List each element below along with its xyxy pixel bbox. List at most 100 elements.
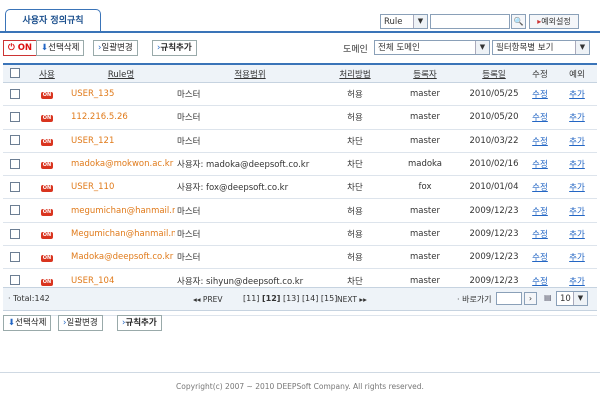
add-exception-link[interactable]: 추가: [569, 113, 585, 123]
on-badge[interactable]: ON: [41, 162, 53, 170]
edit-link[interactable]: 수정: [532, 137, 548, 147]
rule-name[interactable]: megumichan@hanmail.net: [67, 198, 175, 223]
add-exception-link[interactable]: 추가: [569, 230, 585, 240]
row-checkbox[interactable]: [10, 182, 20, 193]
edit-link[interactable]: 수정: [532, 230, 548, 240]
add-rule-button[interactable]: ›규칙추가: [152, 40, 197, 56]
bulk-change-button-bottom[interactable]: ›일괄변경: [58, 315, 103, 331]
col-author[interactable]: 등록자: [385, 63, 465, 83]
edit-link[interactable]: 수정: [532, 90, 548, 100]
select-all-cell: [3, 63, 27, 83]
col-edit: 수정: [523, 63, 557, 83]
author: master: [385, 105, 465, 130]
tab-user-rules[interactable]: 사용자 정의규칙: [5, 9, 101, 32]
next-button[interactable]: NEXT ▸▸: [337, 295, 367, 304]
page-link[interactable]: [15]: [321, 294, 337, 303]
select-all-checkbox[interactable]: [10, 68, 20, 79]
on-badge[interactable]: ON: [41, 185, 53, 193]
page-link[interactable]: [13]: [283, 294, 299, 303]
search-field-select[interactable]: Rule ▼: [380, 14, 428, 29]
page-size-select[interactable]: 10 ▼: [556, 291, 588, 306]
action: 허용: [325, 82, 385, 107]
rule-name[interactable]: 112.216.5.26: [67, 105, 175, 130]
page-jump-input[interactable]: [496, 292, 522, 305]
rule-name[interactable]: USER_121: [67, 129, 175, 153]
row-checkbox[interactable]: [10, 228, 20, 239]
exception-settings-button[interactable]: ▸예외설정: [529, 14, 579, 29]
row-checkbox[interactable]: [10, 205, 20, 216]
col-rule[interactable]: Rule명: [67, 63, 175, 83]
rule-name[interactable]: USER_135: [67, 82, 175, 107]
scope: 사용자: madoka@deepsoft.co.kr: [175, 152, 325, 177]
rule-name[interactable]: Megumichan@hanmail.net: [67, 222, 175, 247]
add-rule-button-bottom[interactable]: ›규칙추가: [117, 315, 162, 331]
page-link[interactable]: [11]: [243, 294, 259, 303]
edit-cell: 수정: [523, 105, 557, 130]
page-jump-button[interactable]: ›: [524, 292, 537, 305]
col-use[interactable]: 사용: [27, 63, 67, 83]
row-checkbox[interactable]: [10, 112, 20, 123]
on-button[interactable]: ⏻ ON: [3, 40, 38, 56]
rule-name[interactable]: madoka@mokwon.ac.kr: [67, 152, 175, 177]
delete-selected-label: 선택삭제: [48, 43, 80, 53]
edit-cell: 수정: [523, 198, 557, 223]
date: 2009/12/23: [465, 198, 523, 223]
delete-selected-button-bottom[interactable]: ⬇선택삭제: [3, 315, 52, 331]
row-checkbox[interactable]: [10, 135, 20, 146]
use-cell: ON: [27, 129, 67, 153]
add-exception-link[interactable]: 추가: [569, 207, 585, 217]
on-badge[interactable]: ON: [41, 208, 53, 216]
edit-link[interactable]: 수정: [532, 183, 548, 193]
edit-link[interactable]: 수정: [532, 113, 548, 123]
search-button[interactable]: 🔍: [511, 14, 526, 29]
edit-link[interactable]: 수정: [532, 253, 548, 263]
row-checkbox[interactable]: [10, 158, 20, 169]
filter-select[interactable]: 필터항목별 보기 ▼: [492, 40, 590, 55]
col-scope[interactable]: 적용범위: [175, 63, 325, 83]
edit-cell: 수정: [523, 129, 557, 153]
use-cell: ON: [27, 82, 67, 107]
exception-cell: 추가: [557, 105, 597, 130]
last-page-icon: ▸▸: [359, 295, 367, 304]
chevron-down-icon: ▼: [413, 15, 427, 28]
edit-link[interactable]: 수정: [532, 277, 548, 287]
on-badge[interactable]: ON: [41, 231, 53, 239]
row-checkbox[interactable]: [10, 275, 20, 286]
delete-selected-button[interactable]: ⬇선택삭제: [36, 40, 85, 56]
on-badge[interactable]: ON: [41, 138, 53, 146]
search-input[interactable]: [430, 14, 510, 29]
row-select-cell: [3, 245, 27, 270]
prev-button[interactable]: ◂◂ PREV: [193, 295, 223, 304]
bulk-change-button[interactable]: ›일괄변경: [93, 40, 138, 56]
edit-link[interactable]: 수정: [532, 160, 548, 170]
on-badge[interactable]: ON: [41, 278, 53, 286]
edit-cell: 수정: [523, 245, 557, 270]
add-exception-link[interactable]: 추가: [569, 183, 585, 193]
page-link[interactable]: [14]: [302, 294, 318, 303]
add-exception-link[interactable]: 추가: [569, 277, 585, 287]
author: master: [385, 82, 465, 107]
add-exception-link[interactable]: 추가: [569, 253, 585, 263]
exception-cell: 추가: [557, 222, 597, 247]
col-action[interactable]: 처리방법: [325, 63, 385, 83]
rule-name[interactable]: USER_110: [67, 175, 175, 200]
footer-divider: [0, 372, 600, 373]
on-badge[interactable]: ON: [41, 255, 53, 263]
on-badge[interactable]: ON: [41, 115, 53, 123]
edit-link[interactable]: 수정: [532, 207, 548, 217]
add-exception-link[interactable]: 추가: [569, 160, 585, 170]
exception-cell: 추가: [557, 152, 597, 177]
edit-cell: 수정: [523, 222, 557, 247]
col-date[interactable]: 등록일: [465, 63, 523, 83]
row-checkbox[interactable]: [10, 251, 20, 262]
add-exception-link[interactable]: 추가: [569, 137, 585, 147]
row-checkbox[interactable]: [10, 88, 20, 99]
rule-name[interactable]: Madoka@deepsoft.co.kr: [67, 245, 175, 270]
on-badge[interactable]: ON: [41, 92, 53, 100]
action: 허용: [325, 245, 385, 270]
page-link-current[interactable]: [12]: [262, 294, 280, 303]
scope: 마스터: [175, 222, 325, 247]
page-size-icon: ▤: [544, 293, 552, 302]
domain-select[interactable]: 전체 도메인 ▼: [374, 40, 490, 55]
add-exception-link[interactable]: 추가: [569, 90, 585, 100]
